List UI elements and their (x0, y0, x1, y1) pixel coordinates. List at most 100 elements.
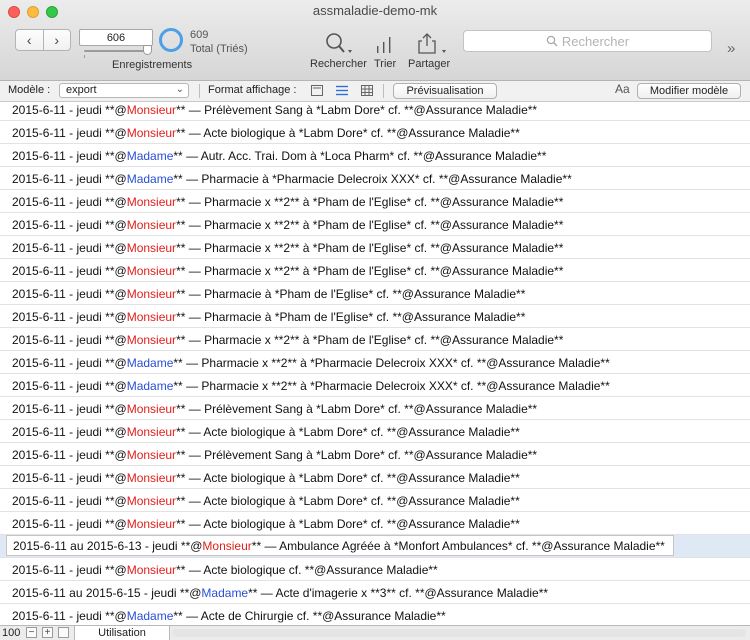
chevron-right-icon: › (54, 32, 60, 48)
list-item[interactable]: 2015-6-11 - jeudi **@Monsieur** — Acte b… (0, 121, 750, 144)
record-details: ** — Acte d'imagerie x **3** cf. **@Assu… (248, 586, 549, 600)
preview-button[interactable]: Prévisualisation (393, 83, 497, 99)
record-details: ** — Pharmacie à *Pharmacie Delecroix XX… (173, 172, 572, 186)
previous-record-button[interactable]: ‹ (16, 30, 43, 50)
record-text[interactable]: 2015-6-11 - jeudi **@Madame** — Autr. Ac… (12, 149, 546, 163)
horizontal-scrollbar[interactable] (172, 629, 746, 637)
record-person: Madame (126, 379, 174, 393)
table-view-icon[interactable] (361, 85, 373, 96)
record-text[interactable]: 2015-6-11 - jeudi **@Monsieur** — Prélèv… (12, 402, 537, 416)
zoom-in-button[interactable]: + (42, 627, 53, 638)
toggle-toolbar-button[interactable] (58, 627, 69, 638)
list-item[interactable]: 2015-6-11 - jeudi **@Madame** — Autr. Ac… (0, 144, 750, 167)
record-text[interactable]: 2015-6-11 - jeudi **@Monsieur** — Acte b… (12, 126, 520, 140)
sort-bars-icon (374, 29, 396, 55)
record-text[interactable]: 2015-6-11 - jeudi **@Monsieur** — Pharma… (12, 310, 525, 324)
record-text[interactable]: 2015-6-11 - jeudi **@Monsieur** — Acte b… (12, 494, 520, 508)
search-field[interactable]: Rechercher (463, 30, 712, 52)
record-text[interactable]: 2015-6-11 - jeudi **@Madame** — Pharmaci… (12, 379, 610, 393)
list-item[interactable]: 2015-6-11 au 2015-6-13 - jeudi **@Monsie… (0, 535, 750, 558)
record-prefix: 2015-6-11 - jeudi **@ (12, 103, 127, 117)
chevron-left-icon: ‹ (26, 32, 32, 48)
record-text[interactable]: 2015-6-11 - jeudi **@Monsieur** — Pharma… (12, 241, 563, 255)
list-item[interactable]: 2015-6-11 - jeudi **@Monsieur** — Acte b… (0, 489, 750, 512)
records-list[interactable]: 2015-6-11 - jeudi **@Monsieur** — Prélèv… (0, 102, 750, 625)
zoom-level[interactable]: 100 (2, 627, 20, 639)
next-record-button[interactable]: › (42, 30, 71, 50)
mode-selector[interactable]: Utilisation (74, 626, 170, 640)
list-item[interactable]: 2015-6-11 - jeudi **@Monsieur** — Prélèv… (0, 443, 750, 466)
list-item[interactable]: 2015-6-11 - jeudi **@Monsieur** — Prélèv… (0, 397, 750, 420)
list-item[interactable]: 2015-6-11 - jeudi **@Monsieur** — Pharma… (0, 236, 750, 259)
record-prefix: 2015-6-11 au 2015-6-15 - jeudi **@ (12, 586, 202, 600)
list-item[interactable]: 2015-6-11 - jeudi **@Monsieur** — Prélèv… (0, 102, 750, 121)
record-text[interactable]: 2015-6-11 - jeudi **@Monsieur** — Acte b… (12, 517, 520, 531)
record-text[interactable]: 2015-6-11 - jeudi **@Madame** — Acte de … (12, 609, 446, 623)
list-item[interactable]: 2015-6-11 au 2015-6-15 - jeudi **@Madame… (0, 581, 750, 604)
record-details: ** — Acte biologique à *Labm Dore* cf. *… (176, 425, 520, 439)
list-item[interactable]: 2015-6-11 - jeudi **@Madame** — Pharmaci… (0, 374, 750, 397)
zoom-out-button[interactable]: − (26, 627, 37, 638)
record-text[interactable]: 2015-6-11 - jeudi **@Madame** — Pharmaci… (12, 172, 572, 186)
record-text[interactable]: 2015-6-11 - jeudi **@Monsieur** — Acte b… (12, 563, 438, 577)
list-item[interactable]: 2015-6-11 - jeudi **@Madame** — Acte de … (0, 604, 750, 625)
record-prefix: 2015-6-11 - jeudi **@ (12, 448, 127, 462)
find-button[interactable]: Rechercher (310, 29, 367, 70)
record-details: ** — Ambulance Agréée à *Monfort Ambulan… (251, 539, 665, 553)
record-text[interactable]: 2015-6-11 - jeudi **@Monsieur** — Prélèv… (12, 103, 537, 117)
record-slider[interactable] (84, 50, 150, 52)
record-text[interactable]: 2015-6-11 - jeudi **@Madame** — Pharmaci… (12, 356, 610, 370)
record-text[interactable]: 2015-6-11 - jeudi **@Monsieur** — Pharma… (12, 333, 563, 347)
record-person: Monsieur (126, 494, 177, 508)
record-prefix: 2015-6-11 - jeudi **@ (12, 264, 127, 278)
record-details: ** — Pharmacie x **2** à *Pham de l'Egli… (176, 264, 564, 278)
record-prefix: 2015-6-11 - jeudi **@ (12, 563, 127, 577)
sort-label: Trier (374, 58, 397, 70)
record-text[interactable]: 2015-6-11 - jeudi **@Monsieur** — Pharma… (12, 264, 563, 278)
current-record-field[interactable]: 606 (79, 29, 153, 46)
record-prefix: 2015-6-11 - jeudi **@ (12, 149, 127, 163)
record-details: ** — Acte biologique cf. **@Assurance Ma… (176, 563, 438, 577)
share-button[interactable]: Partager (408, 29, 450, 70)
record-text[interactable]: 2015-6-11 - jeudi **@Monsieur** — Pharma… (12, 195, 563, 209)
active-record-text[interactable]: 2015-6-11 au 2015-6-13 - jeudi **@Monsie… (6, 535, 674, 556)
list-item[interactable]: 2015-6-11 - jeudi **@Madame** — Pharmaci… (0, 351, 750, 374)
list-item[interactable]: 2015-6-11 - jeudi **@Monsieur** — Acte b… (0, 558, 750, 581)
record-person: Monsieur (126, 264, 177, 278)
record-details: ** — Pharmacie à *Pham de l'Eglise* cf. … (176, 287, 526, 301)
found-set-pie-icon[interactable] (159, 28, 183, 52)
total-count: 609 (190, 29, 209, 41)
record-prefix: 2015-6-11 - jeudi **@ (12, 333, 127, 347)
record-details: ** — Acte de Chirurgie cf. **@Assurance … (173, 609, 446, 623)
form-view-icon[interactable] (311, 85, 323, 96)
toolbar-overflow-button[interactable]: » (727, 40, 736, 57)
list-view-icon[interactable] (336, 85, 348, 96)
list-item[interactable]: 2015-6-11 - jeudi **@Monsieur** — Pharma… (0, 282, 750, 305)
list-item[interactable]: 2015-6-11 - jeudi **@Monsieur** — Pharma… (0, 213, 750, 236)
app-window: assmaladie-demo-mk ‹ › 606 Enregistremen… (0, 0, 750, 640)
record-slider-knob[interactable] (143, 45, 152, 55)
list-item[interactable]: 2015-6-11 - jeudi **@Monsieur** — Pharma… (0, 328, 750, 351)
record-person: Monsieur (126, 195, 177, 209)
window-title: assmaladie-demo-mk (312, 3, 438, 18)
record-text[interactable]: 2015-6-11 - jeudi **@Monsieur** — Acte b… (12, 471, 520, 485)
list-item[interactable]: 2015-6-11 - jeudi **@Monsieur** — Pharma… (0, 190, 750, 213)
list-item[interactable]: 2015-6-11 - jeudi **@Madame** — Pharmaci… (0, 167, 750, 190)
model-select[interactable]: export ⌄ (59, 83, 189, 98)
record-text[interactable]: 2015-6-11 - jeudi **@Monsieur** — Acte b… (12, 425, 520, 439)
record-text[interactable]: 2015-6-11 au 2015-6-15 - jeudi **@Madame… (12, 586, 548, 600)
sort-button[interactable]: Trier (374, 29, 396, 70)
font-size-icon[interactable]: Aa (615, 82, 630, 96)
record-navigation: ‹ › (15, 29, 71, 51)
record-text[interactable]: 2015-6-11 - jeudi **@Monsieur** — Prélèv… (12, 448, 537, 462)
list-item[interactable]: 2015-6-11 - jeudi **@Monsieur** — Acte b… (0, 512, 750, 535)
record-text[interactable]: 2015-6-11 - jeudi **@Monsieur** — Pharma… (12, 218, 563, 232)
list-item[interactable]: 2015-6-11 - jeudi **@Monsieur** — Acte b… (0, 420, 750, 443)
record-text[interactable]: 2015-6-11 - jeudi **@Monsieur** — Pharma… (12, 287, 525, 301)
list-item[interactable]: 2015-6-11 - jeudi **@Monsieur** — Pharma… (0, 305, 750, 328)
list-item[interactable]: 2015-6-11 - jeudi **@Monsieur** — Pharma… (0, 259, 750, 282)
record-details: ** — Acte biologique à *Labm Dore* cf. *… (176, 126, 520, 140)
record-prefix: 2015-6-11 - jeudi **@ (12, 425, 127, 439)
edit-model-button[interactable]: Modifier modèle (637, 83, 741, 99)
list-item[interactable]: 2015-6-11 - jeudi **@Monsieur** — Acte b… (0, 466, 750, 489)
